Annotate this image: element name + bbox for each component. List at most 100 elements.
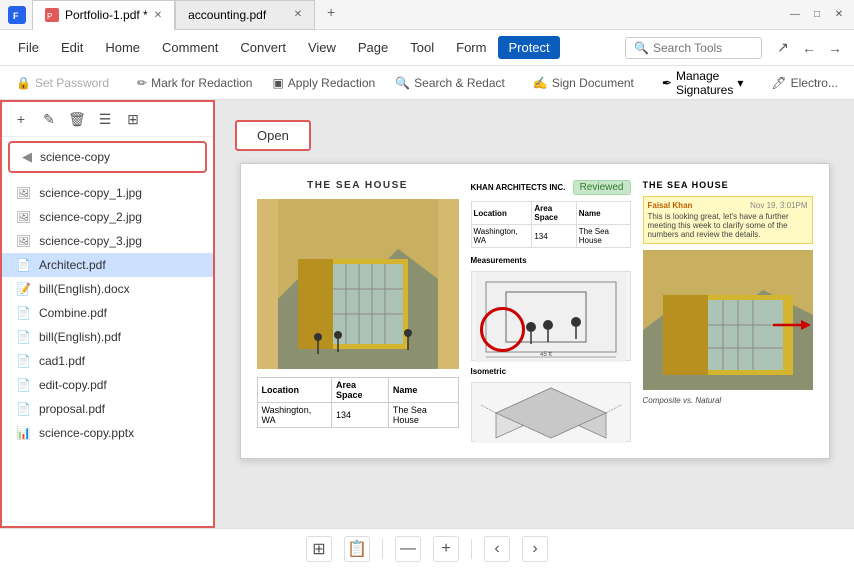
tab-close-accounting[interactable]: ✕ (294, 9, 302, 20)
search-redact-icon: 🔍 (395, 76, 410, 90)
lock-icon: 🔒 (16, 76, 31, 90)
list-item[interactable]: 🖼 science-copy_3.jpg (2, 229, 213, 253)
list-item[interactable]: 📄 cad1.pdf (2, 349, 213, 373)
external-link-button[interactable]: ↗ (772, 37, 794, 59)
list-item[interactable]: 🖼 science-copy_1.jpg (2, 181, 213, 205)
list-item[interactable]: 📄 bill(English).pdf (2, 325, 213, 349)
zoom-in-button[interactable]: + (433, 536, 459, 562)
menu-comment[interactable]: Comment (152, 36, 228, 59)
bottom-sep-1 (382, 539, 383, 559)
mark-icon: ✏ (137, 76, 147, 90)
list-item-architect[interactable]: 📄 Architect.pdf (2, 253, 213, 277)
file-name: science-copy_2.jpg (39, 210, 142, 224)
menu-home[interactable]: Home (95, 36, 150, 59)
menu-protect[interactable]: Protect (498, 36, 559, 59)
maximize-button[interactable]: □ (810, 8, 824, 22)
file-name: science-copy.pptx (39, 426, 134, 440)
comment-box: Faisal Khan Nov 19, 3:01PM This is looki… (643, 196, 813, 244)
comment-text: This is looking great, let's have a furt… (648, 212, 789, 239)
expand-button[interactable]: ⊞ (306, 536, 332, 562)
list-item[interactable]: 📄 Combine.pdf (2, 301, 213, 325)
image-icon: 🖼 (16, 186, 31, 200)
preview-mid-col: KHAN ARCHITECTS INC. Reviewed Location A… (471, 180, 631, 442)
list-item[interactable]: 📊 science-copy.pptx (2, 421, 213, 445)
pdf-icon: 📄 (16, 378, 31, 392)
menu-page[interactable]: Page (348, 36, 398, 59)
electro-icon: 🖊 (771, 76, 786, 90)
menu-file[interactable]: File (8, 36, 49, 59)
forward-button[interactable]: → (824, 37, 846, 59)
file-name: science-copy_3.jpg (39, 234, 142, 248)
menu-tool[interactable]: Tool (400, 36, 444, 59)
search-tools-box[interactable]: 🔍 (625, 37, 762, 59)
tab-accounting[interactable]: accounting.pdf ✕ (175, 0, 315, 30)
file-name: science-copy_1.jpg (39, 186, 142, 200)
panel-add-button[interactable]: + (10, 108, 32, 130)
image-icon: 🖼 (16, 210, 31, 224)
list-item[interactable]: 📄 edit-copy.pdf (2, 373, 213, 397)
panel-list-button[interactable]: ☰ (94, 108, 116, 130)
pdf-icon: 📄 (16, 354, 31, 368)
tab-add-button[interactable]: + (319, 0, 343, 24)
menu-convert[interactable]: Convert (230, 36, 296, 59)
menu-form[interactable]: Form (446, 36, 496, 59)
svg-text:P: P (47, 12, 52, 21)
panel-delete-button[interactable]: 🗑 (66, 108, 88, 130)
pdf-icon: 📄 (16, 306, 31, 320)
image-icon: 🖼 (16, 234, 31, 248)
zoom-out-button[interactable]: — (395, 536, 421, 562)
panel-toolbar: + ✎ 🗑 ☰ ⊞ (2, 102, 213, 137)
content-area: Open THE SEA HOUSE (215, 100, 854, 528)
folder-label: science-copy (40, 150, 110, 164)
svg-text:45 ft: 45 ft (540, 352, 552, 358)
file-name: Architect.pdf (39, 258, 106, 272)
electro-button[interactable]: 🖊 Electro... (763, 73, 846, 93)
preview-right-col: THE SEA HOUSE Faisal Khan Nov 19, 3:01PM… (643, 180, 813, 442)
search-redact-button[interactable]: 🔍 Search & Redact (387, 73, 513, 93)
redaction-circle (480, 307, 525, 352)
next-page-button[interactable]: › (522, 536, 548, 562)
tab-portfolio[interactable]: P Portfolio-1.pdf * ✕ (32, 0, 175, 30)
file-name: Combine.pdf (39, 306, 107, 320)
close-button[interactable]: ✕ (832, 8, 846, 22)
set-password-button[interactable]: 🔒 Set Password (8, 73, 117, 93)
apply-icon: ▣ (272, 76, 283, 90)
toolbar: 🔒 Set Password ✏ Mark for Redaction ▣ Ap… (0, 66, 854, 100)
folder-item-science-copy[interactable]: ◀ science-copy (8, 141, 207, 173)
tab-accounting-label: accounting.pdf (188, 8, 266, 22)
menu-view[interactable]: View (298, 36, 346, 59)
list-item[interactable]: 🖼 science-copy_2.jpg (2, 205, 213, 229)
building-image-left (257, 199, 459, 369)
apply-redaction-button[interactable]: ▣ Apply Redaction (264, 73, 383, 93)
search-tools-input[interactable] (653, 41, 753, 55)
file-name: cad1.pdf (39, 354, 85, 368)
reviewed-badge: Reviewed (573, 180, 631, 195)
list-item[interactable]: 📝 bill(English).docx (2, 277, 213, 301)
composite-label: Composite vs. Natural (643, 396, 813, 405)
open-button[interactable]: Open (235, 120, 311, 151)
menu-edit[interactable]: Edit (51, 36, 93, 59)
prev-page-button[interactable]: ‹ (484, 536, 510, 562)
minimize-button[interactable]: — (788, 8, 802, 22)
doc-icon: 📝 (16, 282, 31, 296)
copy-button[interactable]: 📋 (344, 536, 370, 562)
comment-date: Nov 19, 3:01PM (750, 201, 807, 210)
search-redact-label: Search & Redact (414, 76, 505, 90)
panel-grid-button[interactable]: ⊞ (122, 108, 144, 130)
manage-signatures-button[interactable]: ✒ Manage Signatures ▾ (654, 66, 751, 100)
pptx-icon: 📊 (16, 426, 31, 440)
tab-close-portfolio[interactable]: ✕ (154, 10, 162, 21)
folder-back-icon: ◀ (22, 149, 32, 165)
panel-edit-button[interactable]: ✎ (38, 108, 60, 130)
mid-header-row: KHAN ARCHITECTS INC. Reviewed (471, 180, 631, 195)
list-item[interactable]: 📄 proposal.pdf (2, 397, 213, 421)
manage-signatures-label: Manage Signatures (676, 69, 733, 97)
sign-icon: ✍ (533, 76, 548, 90)
back-button[interactable]: ← (798, 37, 820, 59)
comment-header: Faisal Khan Nov 19, 3:01PM (648, 201, 808, 210)
file-name: bill(English).pdf (39, 330, 121, 344)
sign-document-button[interactable]: ✍ Sign Document (525, 73, 642, 93)
left-title: THE SEA HOUSE (257, 180, 459, 191)
mark-redaction-button[interactable]: ✏ Mark for Redaction (129, 73, 260, 93)
measurements-box: 45 ft (471, 271, 631, 361)
